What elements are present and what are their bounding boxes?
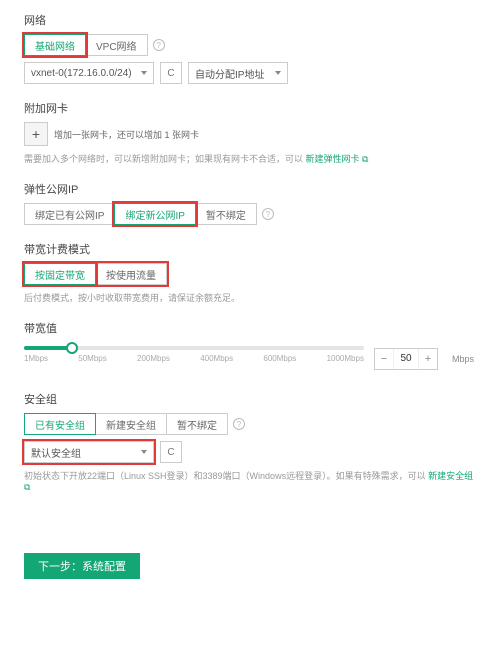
tick-label: 1000Mbps xyxy=(327,354,364,363)
tab-traffic-bandwidth[interactable]: 按使用流量 xyxy=(95,263,167,285)
sg-tabs: 已有安全组 新建安全组 暂不绑定 ? xyxy=(24,413,476,435)
ip-mode-select[interactable]: 自动分配IP地址 xyxy=(188,62,288,84)
tab-basic-network[interactable]: 基础网络 xyxy=(24,34,86,56)
tab-existing-sg[interactable]: 已有安全组 xyxy=(24,413,96,435)
tab-bind-existing-eip[interactable]: 绑定已有公网IP xyxy=(24,203,115,225)
sg-title: 安全组 xyxy=(24,391,476,407)
billing-tabs: 按固定带宽 按使用流量 xyxy=(24,263,476,285)
bandwidth-slider[interactable]: 1Mbps 50Mbps 200Mbps 400Mbps 600Mbps 100… xyxy=(24,342,364,375)
billing-hint: 后付费模式，按小时收取带宽费用，请保证余额充足。 xyxy=(24,291,476,304)
refresh-button[interactable]: C xyxy=(160,62,182,84)
plus-icon: + xyxy=(32,126,40,142)
tab-bind-new-eip[interactable]: 绑定新公网IP xyxy=(114,203,195,225)
billing-title: 带宽计费模式 xyxy=(24,241,476,257)
stepper-value[interactable]: 50 xyxy=(393,349,419,369)
sg-select-row: 默认安全组 C xyxy=(24,441,476,463)
help-icon[interactable]: ? xyxy=(233,418,245,430)
billing-section: 带宽计费模式 按固定带宽 按使用流量 后付费模式，按小时收取带宽费用，请保证余额… xyxy=(24,241,476,304)
stepper-minus[interactable]: − xyxy=(375,349,393,369)
eip-section: 弹性公网IP 绑定已有公网IP 绑定新公网IP 暂不绑定 ? xyxy=(24,181,476,225)
external-link-icon: ⧉ xyxy=(24,482,30,492)
network-tabs: 基础网络 VPC网络 ? xyxy=(24,34,476,56)
tick-label: 1Mbps xyxy=(24,354,48,363)
sg-hint-text: 初始状态下开放22端口（Linux SSH登录）和3389端口（Windows远… xyxy=(24,471,428,481)
bandwidth-section: 带宽值 1Mbps 50Mbps 200Mbps 400Mbps 600Mbps… xyxy=(24,320,476,375)
tick-label: 200Mbps xyxy=(137,354,170,363)
refresh-button[interactable]: C xyxy=(160,441,182,463)
tab-no-eip[interactable]: 暂不绑定 xyxy=(195,203,257,225)
external-link-icon: ⧉ xyxy=(362,154,368,164)
bandwidth-stepper: − 50 + xyxy=(374,348,438,370)
add-nic-button[interactable]: + xyxy=(24,122,48,146)
add-nic-label: 增加一张网卡，还可以增加 1 张网卡 xyxy=(54,128,199,141)
footer: 下一步：系统配置 xyxy=(24,553,476,579)
nic-title: 附加网卡 xyxy=(24,100,476,116)
nic-hint-text: 需要加入多个网络时，可以新增附加网卡；如果现有网卡不合适，可以 xyxy=(24,154,306,164)
sg-select[interactable]: 默认安全组 xyxy=(24,441,154,463)
network-title: 网络 xyxy=(24,12,476,28)
tick-label: 600Mbps xyxy=(263,354,296,363)
nic-section: 附加网卡 + 增加一张网卡，还可以增加 1 张网卡 需要加入多个网络时，可以新增… xyxy=(24,100,476,165)
create-nic-link[interactable]: 新建弹性网卡 xyxy=(306,154,360,164)
stepper-plus[interactable]: + xyxy=(419,349,437,369)
slider-track xyxy=(24,346,364,350)
nic-add-row: + 增加一张网卡，还可以增加 1 张网卡 xyxy=(24,122,476,146)
slider-thumb[interactable] xyxy=(66,342,78,354)
create-sg-link[interactable]: 新建安全组 xyxy=(428,471,473,481)
subnet-select[interactable]: vxnet-0(172.16.0.0/24) xyxy=(24,62,154,84)
tab-fixed-bandwidth[interactable]: 按固定带宽 xyxy=(24,263,96,285)
bandwidth-unit: Mbps xyxy=(452,354,474,364)
network-select-row: vxnet-0(172.16.0.0/24) C 自动分配IP地址 xyxy=(24,62,476,84)
sg-section: 安全组 已有安全组 新建安全组 暂不绑定 ? 默认安全组 C 初始状态下开放22… xyxy=(24,391,476,493)
bandwidth-title: 带宽值 xyxy=(24,320,476,336)
eip-title: 弹性公网IP xyxy=(24,181,476,197)
sg-hint: 初始状态下开放22端口（Linux SSH登录）和3389端口（Windows远… xyxy=(24,469,476,493)
slider-fill xyxy=(24,346,72,350)
nic-hint: 需要加入多个网络时，可以新增附加网卡；如果现有网卡不合适，可以 新建弹性网卡 ⧉ xyxy=(24,152,476,165)
tab-new-sg[interactable]: 新建安全组 xyxy=(95,413,167,435)
bandwidth-row: 1Mbps 50Mbps 200Mbps 400Mbps 600Mbps 100… xyxy=(24,342,476,375)
help-icon[interactable]: ? xyxy=(262,208,274,220)
tab-no-sg[interactable]: 暂不绑定 xyxy=(166,413,228,435)
help-icon[interactable]: ? xyxy=(153,39,165,51)
next-button[interactable]: 下一步：系统配置 xyxy=(24,553,140,579)
tab-vpc-network[interactable]: VPC网络 xyxy=(85,34,148,56)
network-section: 网络 基础网络 VPC网络 ? vxnet-0(172.16.0.0/24) C… xyxy=(24,12,476,84)
eip-tabs: 绑定已有公网IP 绑定新公网IP 暂不绑定 ? xyxy=(24,203,476,225)
slider-ticks: 1Mbps 50Mbps 200Mbps 400Mbps 600Mbps 100… xyxy=(24,354,364,363)
tick-label: 50Mbps xyxy=(78,354,106,363)
tick-label: 400Mbps xyxy=(200,354,233,363)
